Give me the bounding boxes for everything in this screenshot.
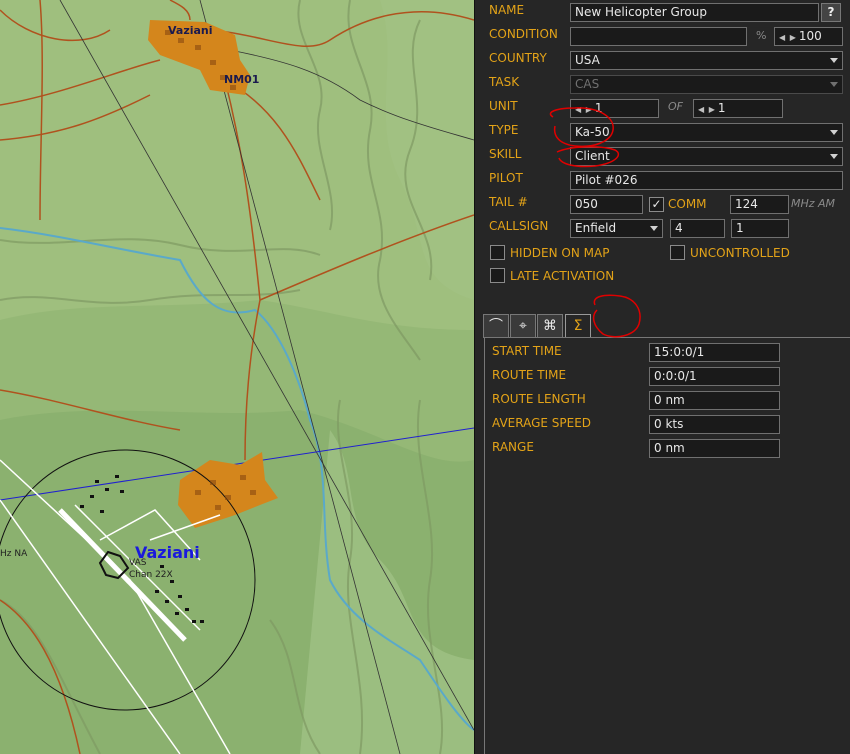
- tail-label: TAIL #: [489, 195, 528, 209]
- help-button[interactable]: ?: [821, 3, 841, 22]
- route-length-field: 0 nm: [649, 391, 780, 410]
- range-field: 0 nm: [649, 439, 780, 458]
- map-canvas[interactable]: [0, 0, 474, 754]
- type-label: TYPE: [489, 123, 519, 137]
- condition-percent-spinner[interactable]: ◀ ▶ 100: [774, 27, 843, 46]
- skill-dropdown[interactable]: Client: [570, 147, 843, 166]
- chevron-down-icon: [830, 154, 838, 159]
- chevron-down-icon: [830, 58, 838, 63]
- payload-icon: ⌘: [543, 318, 557, 334]
- callsign-flight-field[interactable]: 1: [731, 219, 789, 238]
- comm-frequency-field[interactable]: 124: [730, 195, 789, 214]
- name-label: NAME: [489, 3, 525, 17]
- route-time-field: 0:0:0/1: [649, 367, 780, 386]
- hidden-on-map-checkbox[interactable]: [490, 245, 505, 260]
- spinner-arrows-icon[interactable]: ◀ ▶: [575, 105, 593, 114]
- task-value: CAS: [575, 77, 600, 91]
- start-time-label: START TIME: [492, 344, 562, 358]
- tail-number-field[interactable]: 050: [570, 195, 643, 214]
- condition-field[interactable]: [570, 27, 747, 46]
- late-activation-label: LATE ACTIVATION: [510, 269, 615, 283]
- start-time-field[interactable]: 15:0:0/1: [649, 343, 780, 362]
- country-dropdown[interactable]: USA: [570, 51, 843, 70]
- percent-value: 100: [798, 29, 822, 43]
- summary-tab-content: START TIME 15:0:0/1 ROUTE TIME 0:0:0/1 R…: [484, 337, 850, 754]
- summary-icon: Σ: [573, 318, 583, 334]
- pilot-label: PILOT: [489, 171, 523, 185]
- route-length-label: ROUTE LENGTH: [492, 392, 586, 406]
- callsign-label: CALLSIGN: [489, 219, 549, 233]
- spinner-arrows-icon[interactable]: ◀ ▶: [698, 105, 716, 114]
- name-field[interactable]: New Helicopter Group: [570, 3, 819, 22]
- pilot-field[interactable]: Pilot #026: [570, 171, 843, 190]
- unit-value: 1: [594, 101, 603, 115]
- callsign-value: Enfield: [575, 221, 617, 235]
- condition-label: CONDITION: [489, 27, 558, 41]
- task-label: TASK: [489, 75, 520, 89]
- range-label: RANGE: [492, 440, 534, 454]
- airbase-channel-label: Chan 22X: [129, 570, 173, 580]
- tab-payload[interactable]: ⌘: [537, 314, 563, 338]
- comm-checkbox[interactable]: ✓: [649, 197, 664, 212]
- type-dropdown[interactable]: Ka-50: [570, 123, 843, 142]
- skill-value: Client: [575, 149, 610, 163]
- country-label: COUNTRY: [489, 51, 547, 65]
- map-town-label: NM01: [224, 73, 260, 86]
- type-value: Ka-50: [575, 125, 610, 139]
- task-dropdown: CAS: [570, 75, 843, 94]
- uncontrolled-label: UNCONTROLLED: [690, 246, 790, 260]
- group-properties-panel: NAME New Helicopter Group ? CONDITION % …: [474, 0, 850, 754]
- chevron-down-icon: [830, 130, 838, 135]
- chevron-down-icon: [650, 226, 658, 231]
- comm-unit-label: MHz AM: [791, 197, 836, 210]
- comm-label: COMM: [668, 197, 707, 211]
- route-time-label: ROUTE TIME: [492, 368, 567, 382]
- of-label: OF: [668, 100, 683, 113]
- unit-count-value: 1: [717, 101, 726, 115]
- skill-label: SKILL: [489, 147, 522, 161]
- tab-targets[interactable]: ⌖: [510, 314, 536, 338]
- callsign-dropdown[interactable]: Enfield: [570, 219, 663, 238]
- route-icon: ⌒: [489, 318, 503, 334]
- tab-route[interactable]: ⌒: [483, 314, 509, 338]
- country-value: USA: [575, 53, 600, 67]
- target-icon: ⌖: [519, 318, 527, 334]
- unit-count-spinner[interactable]: ◀ ▶ 1: [693, 99, 783, 118]
- airbase-tacan-label: VAS: [129, 558, 147, 568]
- tab-summary[interactable]: Σ: [565, 314, 591, 338]
- unit-spinner[interactable]: ◀ ▶ 1: [570, 99, 659, 118]
- mission-map[interactable]: Vaziani NM01 Vaziani VAS Chan 22X Hz NA: [0, 0, 474, 754]
- late-activation-checkbox[interactable]: [490, 268, 505, 283]
- airbase-freq-label: Hz NA: [0, 549, 28, 559]
- callsign-number-field[interactable]: 4: [670, 219, 725, 238]
- uncontrolled-checkbox[interactable]: [670, 245, 685, 260]
- spinner-arrows-icon[interactable]: ◀ ▶: [779, 33, 797, 42]
- average-speed-label: AVERAGE SPEED: [492, 416, 592, 430]
- unit-label: UNIT: [489, 99, 518, 113]
- percent-label: %: [756, 29, 767, 42]
- hidden-on-map-label: HIDDEN ON MAP: [510, 246, 610, 260]
- map-town-label: Vaziani: [168, 24, 213, 37]
- average-speed-field: 0 kts: [649, 415, 780, 434]
- chevron-down-icon: [830, 82, 838, 87]
